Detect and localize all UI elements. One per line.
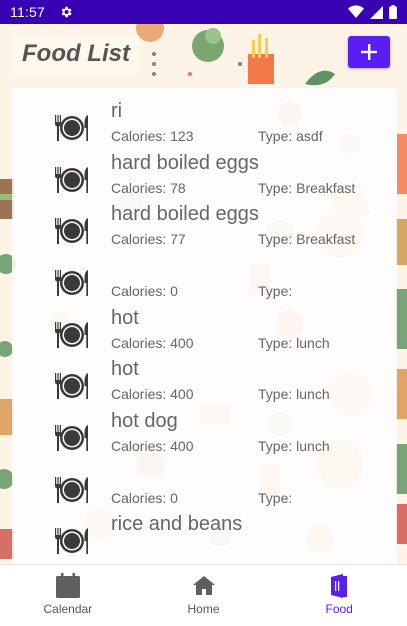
food-list-item[interactable]: Calories: 0 Type: bbox=[12, 255, 397, 307]
signal-icon bbox=[370, 5, 383, 19]
status-bar: 11:57 bbox=[0, 0, 407, 24]
food-calories: Calories: 400 bbox=[111, 438, 194, 454]
nav-item-home[interactable]: Home bbox=[136, 565, 272, 626]
food-type: Type: Breakfast bbox=[258, 180, 356, 196]
food-type: Type: asdf bbox=[258, 128, 323, 144]
food-calories: Calories: 77 bbox=[111, 231, 186, 247]
plate-cutlery-icon bbox=[55, 115, 88, 141]
settings-gear-icon bbox=[61, 6, 72, 18]
food-type: Type: lunch bbox=[258, 335, 330, 351]
status-icons bbox=[348, 5, 397, 19]
food-calories: Calories: 0 bbox=[111, 283, 178, 299]
bottom-navigation: Calendar Home Food bbox=[0, 564, 407, 626]
food-menu-icon bbox=[331, 574, 348, 598]
plate-cutlery-icon bbox=[55, 322, 88, 348]
food-type: Type: lunch bbox=[258, 386, 330, 402]
calendar-icon bbox=[55, 573, 80, 598]
food-list-item[interactable]: ri Calories: 123 Type: asdf bbox=[12, 100, 397, 152]
plate-cutlery-icon bbox=[55, 167, 88, 193]
food-list[interactable]: ri Calories: 123 Type: asdf hard boiled … bbox=[12, 88, 397, 564]
food-type: Type: Breakfast bbox=[258, 231, 356, 247]
food-calories: Calories: 400 bbox=[111, 335, 194, 351]
nav-item-food[interactable]: Food bbox=[271, 565, 407, 626]
food-list-screen: Food List ri Calories: 123 Type: asdf ha bbox=[0, 24, 407, 564]
plus-icon bbox=[361, 44, 377, 60]
plate-cutlery-icon bbox=[55, 425, 88, 451]
food-list-item[interactable]: hot Calories: 400 Type: lunch bbox=[12, 307, 397, 359]
food-name: rice and beans bbox=[111, 513, 243, 535]
title-container: Food List bbox=[12, 36, 140, 74]
wifi-icon bbox=[348, 5, 364, 18]
food-list-item[interactable]: rice and beans bbox=[12, 513, 397, 564]
food-list-item[interactable]: hard boiled eggs Calories: 77 Type: Brea… bbox=[12, 203, 397, 255]
food-calories: Calories: 123 bbox=[111, 128, 194, 144]
food-list-item[interactable]: hard boiled eggs Calories: 78 Type: Brea… bbox=[12, 152, 397, 204]
plate-cutlery-icon bbox=[55, 528, 88, 554]
food-type: Type: bbox=[258, 283, 293, 299]
food-calories: Calories: 0 bbox=[111, 490, 178, 506]
plate-cutlery-icon bbox=[55, 218, 88, 244]
food-type: Type: bbox=[258, 490, 293, 506]
nav-label-food: Food bbox=[325, 602, 353, 616]
food-name: hard boiled eggs bbox=[111, 203, 259, 225]
food-name: ri bbox=[111, 100, 123, 122]
plate-cutlery-icon bbox=[55, 373, 88, 399]
food-name: hot bbox=[111, 307, 139, 329]
food-list-item[interactable]: hot dog Calories: 400 Type: lunch bbox=[12, 410, 397, 462]
nav-item-calendar[interactable]: Calendar bbox=[0, 565, 136, 626]
food-type: Type: lunch bbox=[258, 438, 330, 454]
plate-cutlery-icon bbox=[55, 270, 88, 296]
food-name: hot dog bbox=[111, 410, 178, 432]
food-calories: Calories: 78 bbox=[111, 180, 186, 196]
nav-label-home: Home bbox=[187, 602, 220, 616]
plate-cutlery-icon bbox=[55, 477, 88, 503]
food-name: hard boiled eggs bbox=[111, 152, 259, 174]
food-list-item[interactable]: Calories: 0 Type: bbox=[12, 462, 397, 514]
page-title: Food List bbox=[22, 40, 130, 67]
nav-label-calendar: Calendar bbox=[43, 602, 93, 616]
status-time: 11:57 bbox=[10, 4, 45, 20]
food-name: hot bbox=[111, 358, 139, 380]
food-list-item[interactable]: hot Calories: 400 Type: lunch bbox=[12, 358, 397, 410]
battery-icon bbox=[389, 5, 397, 19]
food-calories: Calories: 400 bbox=[111, 386, 194, 402]
home-icon bbox=[192, 576, 215, 595]
add-food-button[interactable] bbox=[348, 36, 390, 68]
